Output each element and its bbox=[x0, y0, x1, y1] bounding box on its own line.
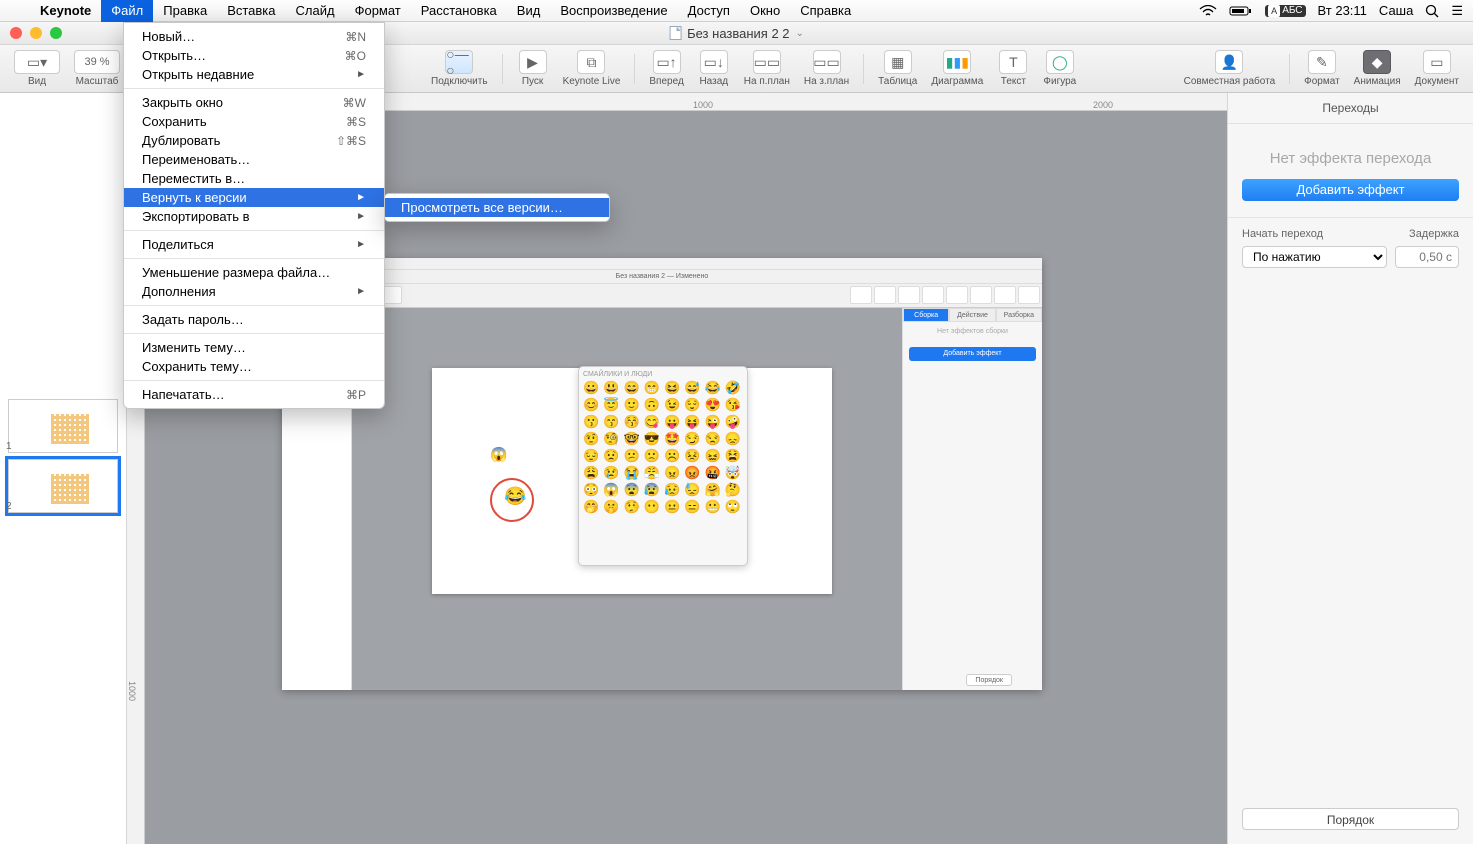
file-menu-item[interactable]: Переименовать… bbox=[124, 150, 384, 169]
slide-content: Без названия 2 — Изменено 😱 😂 bbox=[282, 258, 1042, 690]
tool-table[interactable]: ▦Таблица bbox=[872, 48, 923, 89]
file-menu-item[interactable]: Задать пароль… bbox=[124, 310, 384, 329]
document-title[interactable]: Без названия 2 2 ⌄ bbox=[669, 26, 804, 41]
tool-backward[interactable]: ▭↓Назад bbox=[692, 48, 736, 89]
menu-help[interactable]: Справка bbox=[790, 0, 861, 22]
emoji-scream: 😱 bbox=[490, 446, 507, 463]
tool-connect[interactable]: ○—○Подключить bbox=[425, 48, 494, 89]
tool-animation[interactable]: ◆Анимация bbox=[1348, 48, 1407, 89]
thumb-number: 1 bbox=[6, 441, 12, 452]
file-menu-item[interactable]: Экспортировать в► bbox=[124, 207, 384, 226]
tool-chart[interactable]: ▮▮▮Диаграмма bbox=[925, 48, 989, 89]
menu-extras-icon[interactable]: ☰ bbox=[1451, 3, 1463, 19]
tool-format[interactable]: ✎Формат bbox=[1298, 48, 1346, 89]
file-menu-item[interactable]: Закрыть окно⌘W bbox=[124, 93, 384, 112]
file-menu-dropdown: Новый…⌘NОткрыть…⌘OОткрыть недавние► Закры… bbox=[123, 22, 385, 409]
add-effect-button[interactable]: Добавить эффект bbox=[1242, 179, 1459, 201]
tool-front[interactable]: ▭▭На п.план bbox=[738, 48, 796, 89]
file-menu-item[interactable]: Открыть недавние► bbox=[124, 65, 384, 84]
file-menu-item[interactable]: Напечатать…⌘P bbox=[124, 385, 384, 404]
menu-insert[interactable]: Вставка bbox=[217, 0, 285, 22]
user-name[interactable]: Саша bbox=[1379, 3, 1413, 18]
start-transition-label: Начать переход bbox=[1242, 228, 1323, 240]
input-source[interactable]: ААБС bbox=[1265, 5, 1305, 17]
menu-share[interactable]: Доступ bbox=[678, 0, 740, 22]
delay-input[interactable] bbox=[1395, 246, 1459, 268]
no-transition-label: Нет эффекта перехода bbox=[1228, 124, 1473, 179]
menu-window[interactable]: Окно bbox=[740, 0, 790, 22]
zoom-button[interactable]: 39 %Масштаб bbox=[68, 48, 126, 89]
inspector-header: Переходы bbox=[1228, 93, 1473, 124]
spotlight-icon[interactable] bbox=[1425, 4, 1439, 18]
zoom-window-button[interactable] bbox=[50, 27, 62, 39]
menu-edit[interactable]: Правка bbox=[153, 0, 217, 22]
tool-play[interactable]: ▶Пуск bbox=[511, 48, 555, 89]
app-menu[interactable]: Keynote bbox=[30, 3, 101, 18]
tool-forward[interactable]: ▭↑Вперед bbox=[643, 48, 689, 89]
view-button[interactable]: ▭▾Вид bbox=[8, 48, 66, 89]
menu-play[interactable]: Воспроизведение bbox=[550, 0, 677, 22]
start-transition-select[interactable]: По нажатию bbox=[1242, 246, 1387, 268]
document-title-text: Без названия 2 2 bbox=[687, 26, 789, 41]
macos-menubar: Keynote Файл Правка Вставка Слайд Формат… bbox=[0, 0, 1473, 22]
slide-thumbnail-2[interactable]: 2 bbox=[8, 459, 118, 513]
file-menu-item[interactable]: Переместить в… bbox=[124, 169, 384, 188]
menu-slide[interactable]: Слайд bbox=[286, 0, 345, 22]
wifi-icon[interactable] bbox=[1199, 5, 1217, 17]
revert-submenu: Просмотреть все версии… bbox=[384, 193, 610, 222]
menu-view[interactable]: Вид bbox=[507, 0, 551, 22]
browse-all-versions[interactable]: Просмотреть все версии… bbox=[385, 198, 609, 217]
file-menu-item[interactable]: Поделиться► bbox=[124, 235, 384, 254]
order-button[interactable]: Порядок bbox=[1242, 808, 1459, 830]
file-menu-item[interactable]: Уменьшение размера файла… bbox=[124, 263, 384, 282]
file-menu-item[interactable]: Сохранить⌘S bbox=[124, 112, 384, 131]
minimize-window-button[interactable] bbox=[30, 27, 42, 39]
file-menu-item[interactable]: Открыть…⌘O bbox=[124, 46, 384, 65]
tool-back[interactable]: ▭▭На з.план bbox=[798, 48, 855, 89]
menu-file[interactable]: Файл bbox=[101, 0, 153, 22]
inner-title: Без названия 2 — Изменено bbox=[282, 270, 1042, 284]
tool-keynote-live[interactable]: ⧉Keynote Live bbox=[557, 48, 627, 89]
menu-format[interactable]: Формат bbox=[345, 0, 411, 22]
delay-label: Задержка bbox=[1409, 228, 1459, 240]
slide-navigator[interactable]: 1 2 bbox=[0, 93, 127, 844]
menu-arrange[interactable]: Расстановка bbox=[411, 0, 507, 22]
title-chevron-icon: ⌄ bbox=[796, 28, 804, 39]
file-menu-item[interactable]: Новый…⌘N bbox=[124, 27, 384, 46]
clock[interactable]: Вт 23:11 bbox=[1318, 3, 1367, 18]
slide-thumbnail-1[interactable]: 1 bbox=[8, 399, 118, 453]
tool-collaborate[interactable]: 👤Совместная работа bbox=[1178, 48, 1282, 89]
file-menu-item[interactable]: Дополнения► bbox=[124, 282, 384, 301]
inspector-panel: Переходы Нет эффекта перехода Добавить э… bbox=[1227, 93, 1473, 844]
file-menu-item[interactable]: Изменить тему… bbox=[124, 338, 384, 357]
file-menu-item[interactable]: Дублировать⇧⌘S bbox=[124, 131, 384, 150]
tool-document[interactable]: ▭Документ bbox=[1409, 48, 1465, 89]
emoji-picker: СМАЙЛИКИ И ЛЮДИ 😀😃😄😁😆😅😂🤣😊😇🙂🙃😉😌😍😘😗😙😚😋😛😝😜🤪… bbox=[578, 366, 748, 566]
file-menu-item[interactable]: Сохранить тему… bbox=[124, 357, 384, 376]
close-window-button[interactable] bbox=[10, 27, 22, 39]
document-icon bbox=[669, 26, 681, 40]
tool-text[interactable]: TТекст bbox=[991, 48, 1035, 89]
file-menu-item[interactable]: Вернуть к версии► bbox=[124, 188, 384, 207]
emoji-laugh: 😂 bbox=[504, 486, 526, 507]
battery-icon[interactable] bbox=[1229, 5, 1253, 17]
tool-shape[interactable]: ◯Фигура bbox=[1037, 48, 1082, 89]
thumb-number: 2 bbox=[6, 501, 12, 512]
